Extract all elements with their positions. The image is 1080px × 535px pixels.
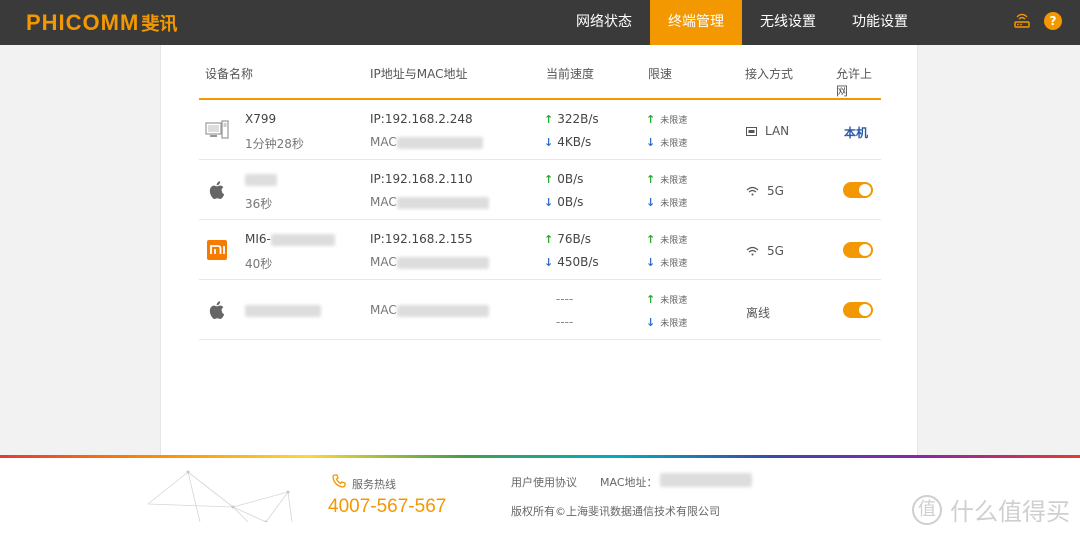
mac-address: MAC <box>370 303 489 317</box>
desktop-icon <box>205 120 229 139</box>
download-limit[interactable]: ↓ 未限速 <box>646 316 687 329</box>
this-device-label: 本机 <box>844 126 869 140</box>
down-arrow-icon: ↓ <box>544 195 554 209</box>
access-method: 5G <box>746 184 784 198</box>
up-arrow-icon: ↑ <box>646 233 656 246</box>
online-duration: 40秒 <box>245 257 273 271</box>
device-name <box>245 303 321 317</box>
table-row: 36秒 IP:192.168.2.110 MAC ↑ 0B/s ↓ 0B/s ↑ 未限… <box>199 160 881 220</box>
online-duration: 36秒 <box>245 197 273 211</box>
up-arrow-icon: ↑ <box>646 113 656 126</box>
table-row: MI6- 40秒 IP:192.168.2.155 MAC ↑ 76B/s ↓ 45… <box>199 220 881 280</box>
device-panel: 设备名称 IP地址与MAC地址 当前速度 限速 接入方式 允许上网 X799 1… <box>160 45 918 455</box>
footer: 服务热线 4007-567-567 用户使用协议 MAC地址： 版权所有©上海斐… <box>0 458 1080 535</box>
mac-address: MAC <box>370 255 489 269</box>
table-header: 设备名称 IP地址与MAC地址 当前速度 限速 接入方式 允许上网 <box>199 45 881 100</box>
hotline-number: 4007-567-567 <box>328 496 447 517</box>
ip-address: IP:192.168.2.248 <box>370 112 473 126</box>
upload-speed: ↑ 76B/s <box>544 232 592 246</box>
download-speed: ---- <box>556 315 574 329</box>
xiaomi-icon <box>207 240 227 260</box>
download-limit[interactable]: ↓ 未限速 <box>646 136 687 149</box>
ip-address: IP:192.168.2.155 <box>370 232 473 246</box>
up-arrow-icon: ↑ <box>544 172 554 186</box>
upload-speed: ↑ 0B/s <box>544 172 584 186</box>
top-bar: PHICOMM 斐讯 网络状态 终端管理 无线设置 功能设置 ? <box>0 0 1080 45</box>
up-arrow-icon: ↑ <box>646 173 656 186</box>
access-method: 离线 <box>746 306 771 320</box>
hotline-label: 服务热线 <box>352 478 396 491</box>
device-name: MI6- <box>245 232 335 246</box>
user-agreement-link[interactable]: 用户使用协议 <box>511 474 577 490</box>
down-arrow-icon: ↓ <box>646 316 656 329</box>
allow-internet-toggle[interactable] <box>843 242 873 258</box>
lan-icon <box>746 126 757 136</box>
wifi-icon <box>746 186 759 196</box>
download-limit[interactable]: ↓ 未限速 <box>646 256 687 269</box>
wifi-icon <box>746 246 759 256</box>
col-speed: 当前速度 <box>546 67 595 81</box>
nav-function-settings[interactable]: 功能设置 <box>834 0 926 45</box>
download-limit[interactable]: ↓ 未限速 <box>646 196 687 209</box>
down-arrow-icon: ↓ <box>646 256 656 269</box>
network-decoration-icon <box>148 470 293 522</box>
apple-icon <box>209 181 225 200</box>
col-ip-mac: IP地址与MAC地址 <box>370 67 468 81</box>
online-duration: 1分钟28秒 <box>245 137 304 151</box>
upload-limit[interactable]: ↑ 未限速 <box>646 113 687 126</box>
ip-address: IP:192.168.2.110 <box>370 172 473 186</box>
allow-internet-toggle[interactable] <box>843 302 873 318</box>
main-nav: 网络状态 终端管理 无线设置 功能设置 <box>558 0 926 45</box>
device-name: X799 <box>245 112 277 126</box>
device-table: 设备名称 IP地址与MAC地址 当前速度 限速 接入方式 允许上网 X799 1… <box>199 45 881 340</box>
logo-cn: 斐讯 <box>141 14 178 35</box>
table-row: MAC ---- ---- ↑ 未限速 ↓ 未限速 离线 <box>199 280 881 340</box>
nav-terminal-management[interactable]: 终端管理 <box>650 0 742 45</box>
upload-speed: ---- <box>556 292 574 306</box>
download-speed: ↓ 0B/s <box>544 195 584 209</box>
col-access: 接入方式 <box>745 67 794 81</box>
logo-latin: PHICOMM <box>26 10 140 35</box>
upload-limit[interactable]: ↑ 未限速 <box>646 293 687 306</box>
col-device-name: 设备名称 <box>205 67 254 81</box>
apple-icon <box>209 301 225 320</box>
phone-icon <box>332 474 346 488</box>
upload-limit[interactable]: ↑ 未限速 <box>646 173 687 186</box>
col-allow: 允许上网 <box>836 67 873 98</box>
up-arrow-icon: ↑ <box>544 232 554 246</box>
copyright: 版权所有©上海斐讯数据通信技术有限公司 <box>511 505 720 518</box>
mac-address: MAC <box>370 135 483 149</box>
mac-label: MAC地址： <box>600 476 658 489</box>
down-arrow-icon: ↓ <box>544 255 554 269</box>
mac-address: MAC <box>370 195 489 209</box>
access-method: LAN <box>746 124 789 138</box>
watermark-logo-icon: 值 <box>912 494 942 525</box>
upload-speed: ↑ 322B/s <box>544 112 599 126</box>
header-icons: ? <box>1014 12 1062 30</box>
mac-value <box>660 473 752 487</box>
download-speed: ↓ 450B/s <box>544 255 599 269</box>
access-method: 5G <box>746 244 784 258</box>
device-name <box>245 172 277 186</box>
watermark-text: 什么值得买 <box>950 498 1070 526</box>
up-arrow-icon: ↑ <box>646 293 656 306</box>
table-row: X799 1分钟28秒 IP:192.168.2.248 MAC ↑ 322B/s… <box>199 100 881 160</box>
download-speed: ↓ 4KB/s <box>544 135 592 149</box>
watermark: 值 什么值得买 <box>912 492 1070 527</box>
upload-limit[interactable]: ↑ 未限速 <box>646 233 687 246</box>
down-arrow-icon: ↓ <box>544 135 554 149</box>
down-arrow-icon: ↓ <box>646 196 656 209</box>
nav-wireless-settings[interactable]: 无线设置 <box>742 0 834 45</box>
allow-internet-toggle[interactable] <box>843 182 873 198</box>
col-limit: 限速 <box>648 67 673 81</box>
router-icon[interactable] <box>1014 13 1030 29</box>
phicomm-logo[interactable]: PHICOMM 斐讯 <box>26 10 177 36</box>
down-arrow-icon: ↓ <box>646 136 656 149</box>
help-icon[interactable]: ? <box>1044 12 1062 30</box>
up-arrow-icon: ↑ <box>544 112 554 126</box>
nav-network-status[interactable]: 网络状态 <box>558 0 650 45</box>
